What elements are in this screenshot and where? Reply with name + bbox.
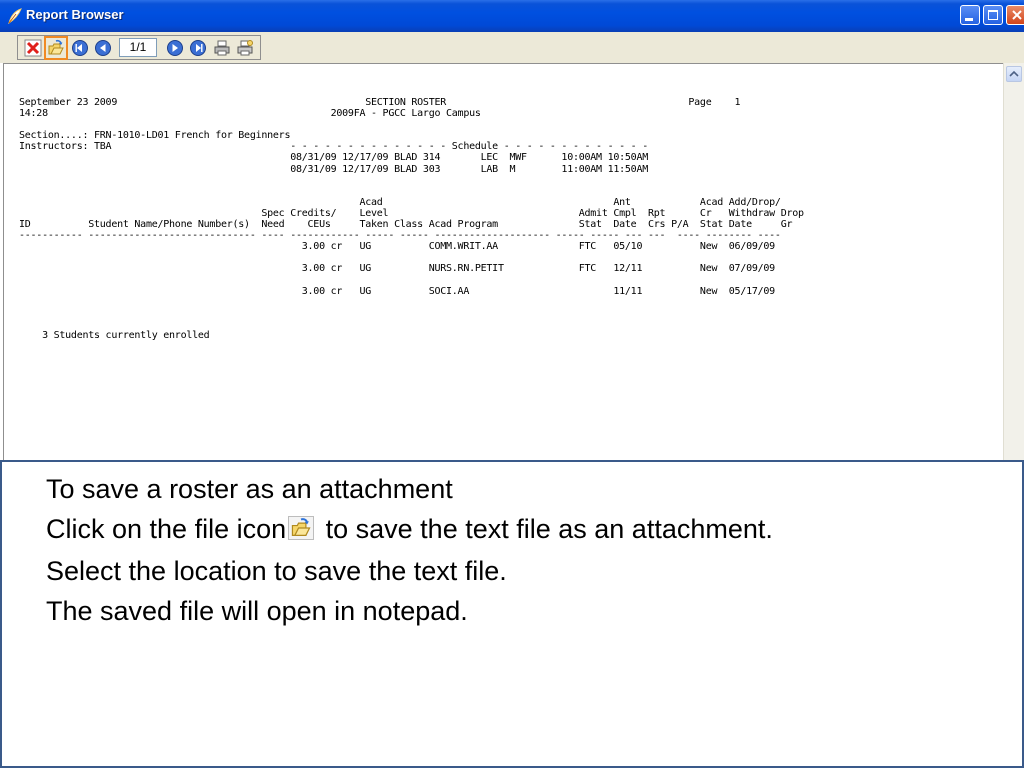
report-line — [19, 308, 804, 319]
report-line: September 23 2009 SECTION ROSTER Page 1 — [19, 97, 741, 108]
window-title: Report Browser — [26, 7, 124, 22]
report-line: Section....: FRN-1010-LD01 French for Be… — [19, 130, 291, 142]
report-line: 3.00 cr UG NURS.RN.PETIT FTC 12/11 New 0… — [19, 263, 775, 275]
report-line: ID Student Name/Phone Number(s) Need CEU… — [19, 219, 793, 231]
save-file-icon — [288, 516, 315, 540]
title-bar: Report Browser — [0, 0, 1024, 32]
maximize-button[interactable] — [983, 5, 1003, 25]
report-line — [19, 119, 804, 130]
report-line: 08/31/09 12/17/09 BLAD 314 LEC MWF 10:00… — [19, 152, 648, 164]
scroll-up-button[interactable] — [1006, 66, 1022, 82]
report-line: ----------- ----------------------------… — [19, 230, 781, 242]
scroll-up-icon — [1009, 70, 1019, 77]
toolbar-group: 1/1 — [17, 35, 261, 60]
instruction-line-3: Select the location to save the text fil… — [46, 556, 507, 586]
report-line: Acad Ant Acad Add/Drop/ — [19, 196, 781, 208]
report-line: 08/31/09 12/17/09 BLAD 303 LAB M 11:00AM… — [19, 163, 648, 175]
vertical-scrollbar[interactable] — [1003, 63, 1024, 460]
report-line: 3 Students currently enrolled — [19, 329, 210, 341]
close-window-button[interactable] — [1006, 5, 1024, 25]
close-report-icon[interactable] — [24, 39, 42, 57]
report-line — [19, 319, 804, 330]
instruction-line-2-end: to save the text file as an attachment. — [318, 514, 773, 544]
print-setup-icon[interactable] — [236, 39, 254, 57]
report-line — [19, 175, 804, 186]
report-line: 14:28 2009FA - PGCC Largo Campus — [19, 108, 481, 120]
instruction-line-2: Click on the file icon to save the text … — [46, 514, 773, 545]
page-number-field[interactable]: 1/1 — [119, 38, 157, 57]
report-viewer: September 23 2009 SECTION ROSTER Page 11… — [3, 63, 1024, 460]
save-file-icon[interactable] — [44, 36, 68, 60]
report-line: 3.00 cr UG SOCI.AA 11/11 New 05/17/09 — [19, 285, 775, 297]
print-icon[interactable] — [213, 39, 231, 57]
instruction-line-1: To save a roster as an attachment — [46, 474, 453, 504]
feather-icon — [8, 8, 22, 24]
next-page-icon[interactable] — [166, 39, 184, 57]
instruction-line-4: The saved file will open in notepad. — [46, 596, 468, 626]
report-line: Spec Credits/ Level Admit Cmpl Rpt Cr Wi… — [19, 207, 804, 219]
last-page-icon[interactable] — [189, 39, 207, 57]
report-line — [19, 186, 804, 197]
instruction-panel: To save a roster as an attachment Click … — [0, 460, 1024, 768]
report-line: Instructors: TBA - - - - - - - - - - - -… — [19, 141, 648, 153]
previous-page-icon[interactable] — [94, 39, 112, 57]
first-page-icon[interactable] — [71, 39, 89, 57]
report-text: September 23 2009 SECTION ROSTER Page 11… — [19, 97, 804, 341]
report-line: 3.00 cr UG COMM.WRIT.AA FTC 05/10 New 06… — [19, 241, 775, 253]
minimize-button[interactable] — [960, 5, 980, 25]
toolbar: 1/1 — [0, 32, 1024, 63]
report-line — [19, 252, 804, 263]
report-line — [19, 297, 804, 308]
instruction-line-2-start: Click on the file icon — [46, 514, 287, 544]
report-line — [19, 275, 804, 286]
